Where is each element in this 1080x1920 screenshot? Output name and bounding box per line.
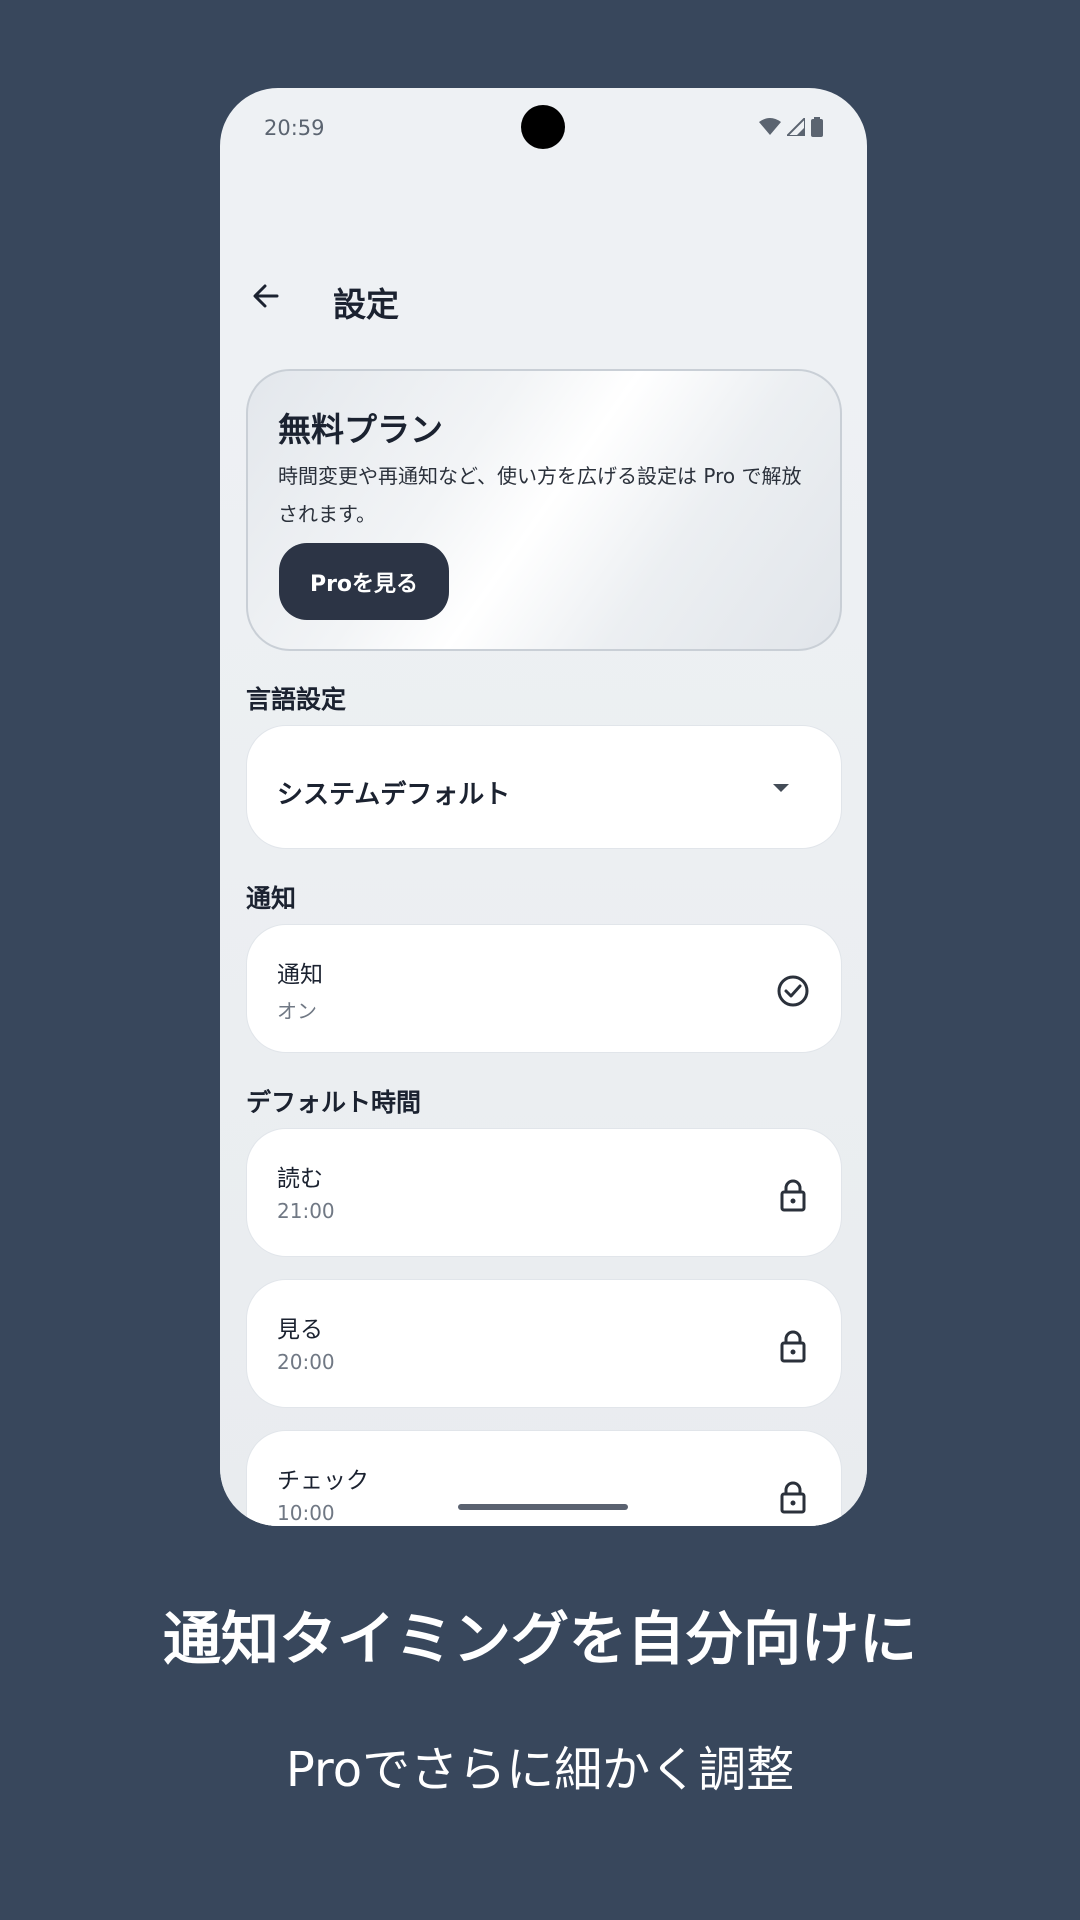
arrow-left-icon: [253, 284, 279, 308]
battery-icon: [811, 117, 823, 137]
plan-card: 無料プラン 時間変更や再通知など、使い方を広げる設定は Pro で解放されます。…: [246, 369, 842, 651]
lock-icon: [780, 1179, 806, 1212]
back-button[interactable]: [242, 272, 290, 320]
default-time-row-value: 21:00: [277, 1199, 335, 1223]
default-time-row-value: 20:00: [277, 1350, 335, 1374]
default-time-row-title: チェック: [277, 1468, 369, 1494]
status-time: 20:59: [264, 116, 325, 140]
lock-icon: [780, 1330, 806, 1363]
lock-icon: [780, 1481, 806, 1514]
dropdown-arrow-icon: [773, 784, 789, 792]
default-time-row-value: 10:00: [277, 1501, 335, 1525]
plan-title: 無料プラン: [278, 410, 443, 449]
default-time-row-title: 読む: [277, 1166, 323, 1192]
notification-row-title: 通知: [277, 962, 323, 988]
home-indicator[interactable]: [458, 1504, 628, 1510]
notification-section-label: 通知: [246, 884, 297, 913]
plan-description: 時間変更や再通知など、使い方を広げる設定は Pro で解放されます。: [278, 464, 802, 526]
wifi-icon: [759, 118, 781, 135]
default-time-row-watch[interactable]: 見る 20:00: [246, 1279, 842, 1408]
caption-title: 通知タイミングを自分向けに: [162, 1605, 917, 1673]
notification-row-value: オン: [277, 999, 317, 1023]
app-bar: 設定: [220, 248, 867, 348]
caption-subtitle: Proでさらに細かく調整: [285, 1742, 795, 1798]
default-time-section-label: デフォルト時間: [246, 1088, 422, 1117]
notification-toggle-row[interactable]: 通知 オン: [246, 924, 842, 1053]
camera-cutout: [521, 105, 565, 149]
page-title: 設定: [333, 285, 399, 324]
language-section-label: 言語設定: [246, 685, 347, 714]
language-selected-value: システムデフォルト: [277, 780, 511, 810]
default-time-row-title: 見る: [277, 1317, 323, 1343]
default-time-row-read[interactable]: 読む 21:00: [246, 1128, 842, 1257]
check-circle-icon: [777, 975, 809, 1007]
status-icons: [759, 117, 823, 137]
phone-frame: 20:59 設定 無料プラン 時間変更や再通知など、使い方を広げる設定は Pro…: [220, 88, 867, 1526]
signal-icon: [787, 118, 805, 136]
view-pro-button[interactable]: Proを見る: [279, 543, 449, 620]
language-dropdown[interactable]: システムデフォルト: [246, 725, 842, 849]
default-time-row-check[interactable]: チェック 10:00: [246, 1430, 842, 1526]
status-bar: 20:59: [220, 88, 867, 164]
